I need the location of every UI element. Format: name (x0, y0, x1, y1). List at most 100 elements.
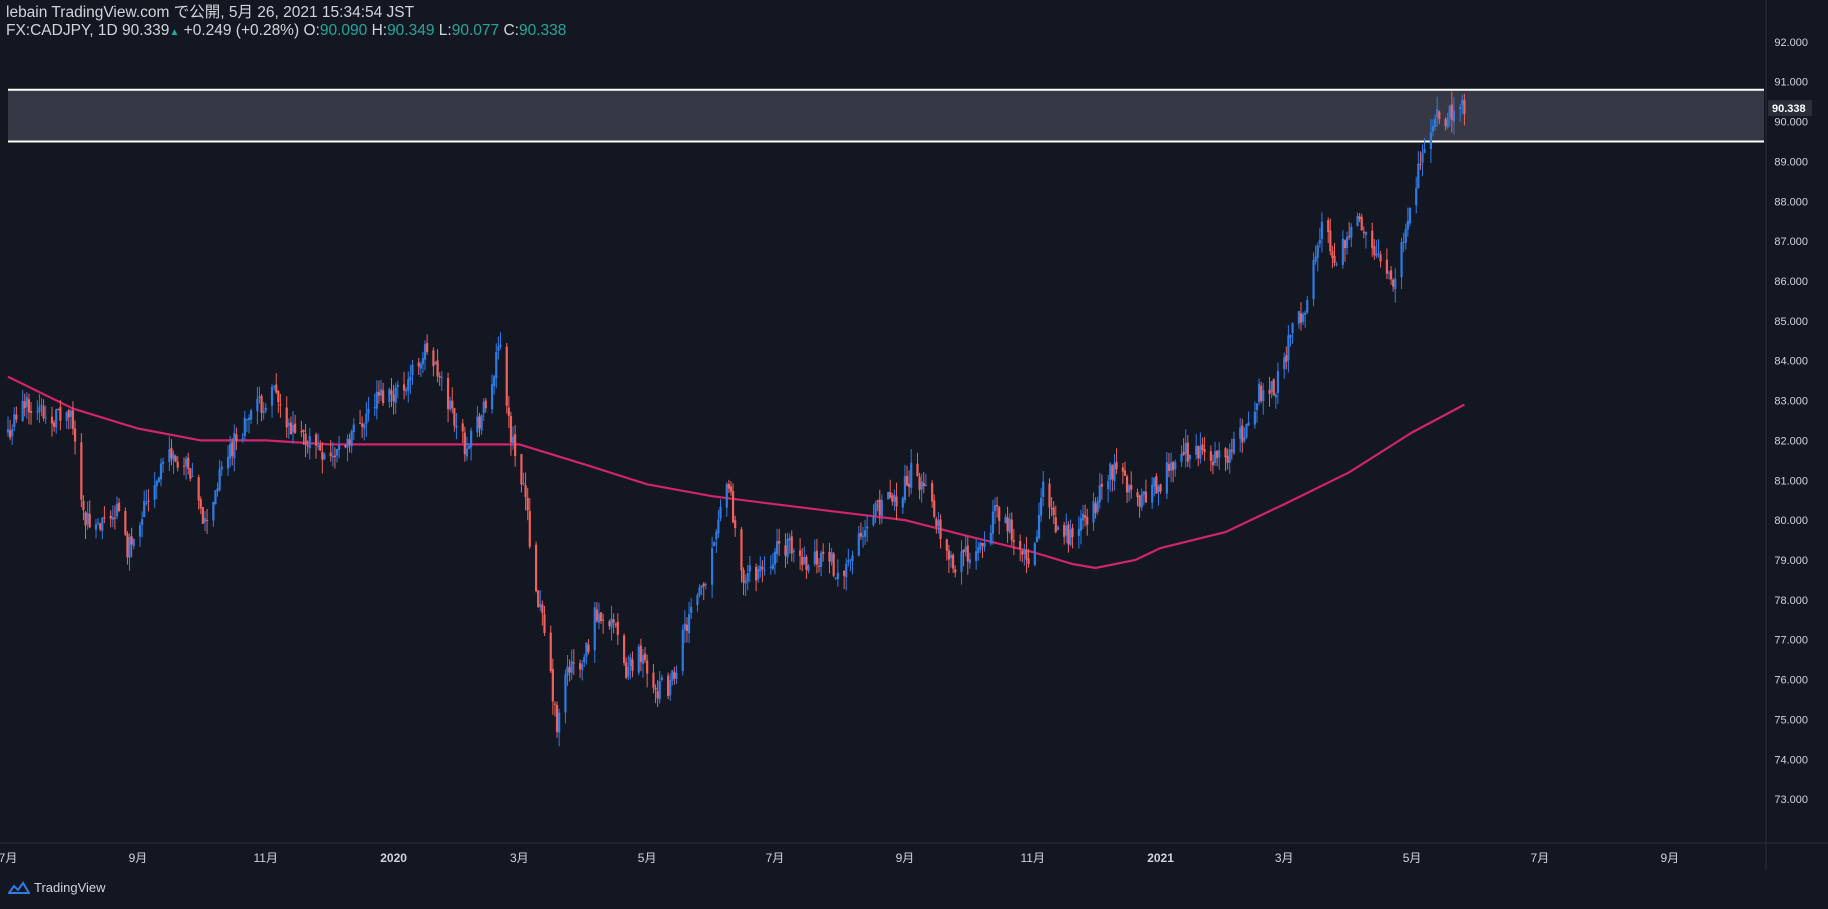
time-tick-label: 7月 (0, 851, 17, 865)
candle-body (1262, 390, 1265, 402)
candle-body (220, 466, 223, 470)
candle-body (495, 352, 498, 379)
candle-body (145, 502, 148, 504)
candle-body (84, 512, 87, 526)
candle-body (191, 476, 194, 478)
candle-body (13, 414, 16, 427)
candle-body (1301, 314, 1305, 323)
candle-body (80, 442, 83, 500)
candle-body (1199, 445, 1202, 459)
high-label: H: (371, 22, 388, 39)
candle-body (199, 499, 202, 509)
candle-body (1364, 231, 1368, 235)
candle-body (1130, 484, 1133, 490)
candle-body (704, 584, 707, 586)
candle-body (1287, 335, 1290, 361)
candle-body (555, 704, 559, 733)
price-change: +0.249 (+0.28%) (183, 22, 300, 39)
candle-body (851, 555, 854, 562)
candle-body (109, 515, 112, 519)
candle-body (1404, 229, 1407, 243)
candle-body (1299, 313, 1303, 323)
candle-body (71, 410, 75, 429)
candle-body (685, 624, 689, 631)
price-tick-label: 92.000 (1774, 37, 1808, 49)
resistance-zone[interactable] (8, 89, 1764, 142)
candle-body (455, 425, 458, 428)
candle-body (153, 485, 156, 500)
price-tick-label: 85.000 (1774, 316, 1808, 328)
candle-body (541, 604, 544, 614)
candle-body (229, 443, 232, 459)
symbol-label[interactable]: FX:CADJPY, 1D (6, 22, 118, 39)
candle-body (903, 476, 907, 501)
price-tick-label: 81.000 (1774, 475, 1808, 487)
time-tick-label: 9月 (1660, 851, 1679, 865)
candle-body (1195, 445, 1198, 455)
candle-body (264, 407, 267, 411)
candle-body (687, 614, 691, 634)
candle-body (1257, 383, 1261, 403)
candle-body (1086, 517, 1089, 525)
candle-body (832, 553, 835, 576)
candle-body (1121, 467, 1124, 472)
candle-body (786, 538, 789, 558)
candle-body (713, 541, 716, 547)
price-axis[interactable]: 73.000 74.000 75.000 76.000 77.000 78.000 79.0… (1774, 37, 1808, 806)
candle-body (1239, 427, 1242, 439)
candle-body (15, 414, 18, 420)
candle-body (350, 431, 353, 447)
candle-body (656, 691, 659, 699)
candle-body (247, 417, 251, 421)
candle-body (172, 453, 175, 461)
candle-body (1415, 187, 1418, 206)
candle-body (742, 569, 745, 583)
candle-body (1006, 517, 1009, 532)
candle-body (99, 523, 102, 530)
candle-body (1123, 470, 1127, 476)
candle-body (182, 465, 186, 467)
candle-body (1056, 526, 1059, 530)
candle-body (432, 350, 435, 367)
candle-body (1115, 461, 1118, 470)
time-tick-label: 9月 (896, 851, 915, 865)
candle-body (88, 514, 91, 528)
candle-body (514, 434, 517, 456)
candle-body (905, 476, 909, 486)
candle-body (1285, 355, 1288, 362)
candle-body (1463, 100, 1466, 114)
candle-body (937, 520, 940, 526)
candle-body (880, 500, 883, 516)
candle-body (1092, 501, 1095, 523)
candle-body (1140, 494, 1143, 508)
time-axis[interactable]: 7月 9月 11月 2020 3月 5月 7月 9月 11月 2021 3月 5月 7月 9月 (0, 851, 1679, 865)
candle-body (235, 434, 238, 441)
candle-body (405, 389, 408, 392)
candle-body (1345, 236, 1349, 248)
candle-body (570, 661, 573, 673)
candle-body (1033, 543, 1036, 565)
candle-body (394, 387, 397, 403)
candle-body (1100, 483, 1103, 487)
close-label: C: (503, 22, 519, 39)
price-tick-label: 80.000 (1774, 515, 1808, 527)
candle-body (1125, 476, 1129, 493)
candle-body (1452, 110, 1456, 122)
candle-body (1268, 390, 1271, 394)
candle-body (1304, 312, 1307, 315)
candle-body (847, 560, 850, 563)
candle-body (981, 542, 984, 546)
candle-body (333, 455, 337, 458)
candle-body (161, 461, 165, 464)
tradingview-footer[interactable]: TradingView (8, 880, 106, 895)
candle-body (998, 507, 1001, 521)
candle-body (490, 384, 494, 410)
candle-body (1228, 449, 1231, 463)
candlestick-chart[interactable]: 73.000 74.000 75.000 76.000 77.000 78.000 79.0… (0, 0, 1828, 909)
open-value: 90.090 (319, 22, 368, 39)
price-tick-label: 77.000 (1774, 635, 1808, 647)
candle-body (23, 401, 26, 409)
candle-body (1333, 255, 1336, 264)
candle-body (55, 409, 58, 428)
candle-body (463, 432, 466, 455)
